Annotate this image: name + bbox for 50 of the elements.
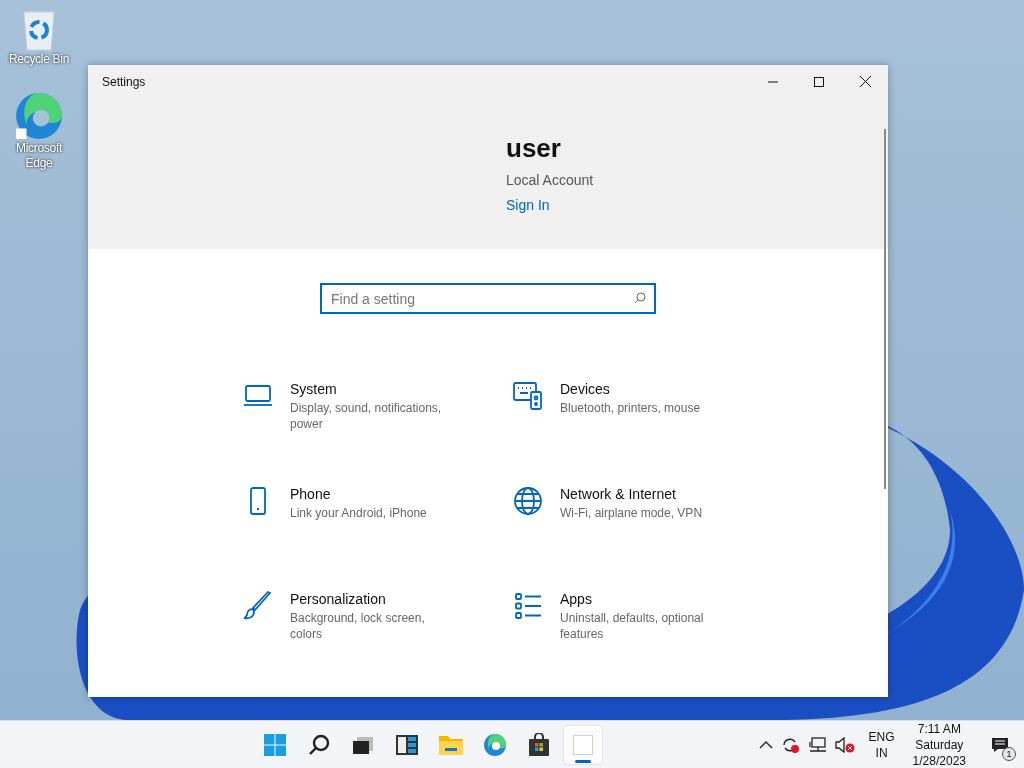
active-indicator <box>575 759 592 763</box>
search-field[interactable]: Find a setting <box>320 283 656 314</box>
clock-time[interactable]: 7:11 AM <box>917 720 961 737</box>
window-title: Settings <box>102 73 147 91</box>
windows-logo-icon <box>263 732 288 757</box>
category-title: Network & Internet <box>560 485 677 503</box>
search-icon <box>634 292 646 304</box>
speaker-muted-icon[interactable] <box>834 736 855 753</box>
category-title: Phone <box>290 485 332 503</box>
category-description: Bluetooth, printers, mouse <box>560 400 702 416</box>
account-name: user <box>506 132 561 165</box>
clock-day[interactable]: Saturday <box>915 736 964 753</box>
category-title: Devices <box>560 380 611 398</box>
category-description: Uninstall, defaults, optional features <box>560 610 705 642</box>
widgets-icon <box>395 732 420 757</box>
settings-category[interactable]: System Display, sound, notifications, power <box>242 380 512 447</box>
settings-category[interactable]: Apps Uninstall, defaults, optional features <box>512 590 782 657</box>
maximize-icon <box>814 76 824 87</box>
account-type: Local Account <box>506 171 594 190</box>
sign-in-link[interactable]: Sign In <box>506 195 550 216</box>
clock-date[interactable]: 1/28/2023 <box>912 752 966 768</box>
recycle-bin-icon[interactable] <box>21 8 57 52</box>
close-icon <box>859 76 871 87</box>
category-title: System <box>290 380 338 398</box>
settings-category[interactable]: Devices Bluetooth, printers, mouse <box>512 380 782 447</box>
globe-icon <box>512 485 544 517</box>
settings-category[interactable]: Network & Internet Wi-Fi, airplane mode, VPN <box>512 485 782 552</box>
chevron-up-icon[interactable] <box>758 739 773 750</box>
category-title: Apps <box>560 590 593 608</box>
shopping-bag-icon <box>527 732 552 757</box>
category-description: Wi-Fi, airplane mode, VPN <box>560 505 704 521</box>
category-description: Background, lock screen, colors <box>290 610 426 642</box>
browser-logo-icon <box>483 732 508 757</box>
blank-app-icon <box>571 732 596 757</box>
category-description: Link your Android, iPhone <box>290 505 428 521</box>
search-icon <box>307 732 332 757</box>
browser-logo-icon[interactable] <box>14 91 64 141</box>
language-indicator[interactable]: ENG <box>868 728 895 745</box>
settings-category[interactable]: Personalization Background, lock screen, colors <box>242 590 512 657</box>
list-icon <box>512 590 544 622</box>
category-description: Display, sound, notifications, power <box>290 400 443 432</box>
region-indicator[interactable]: IN <box>875 744 888 761</box>
network-icon[interactable] <box>808 736 827 753</box>
notification-count: 1 <box>1002 746 1016 761</box>
scrollbar-thumb[interactable] <box>884 129 886 489</box>
paintbrush-icon <box>242 590 274 622</box>
settings-category[interactable]: Phone Link your Android, iPhone <box>242 485 512 552</box>
category-title: Personalization <box>290 590 387 608</box>
keyboard-speaker-icon <box>512 380 544 412</box>
message-icon[interactable] <box>991 736 1009 753</box>
